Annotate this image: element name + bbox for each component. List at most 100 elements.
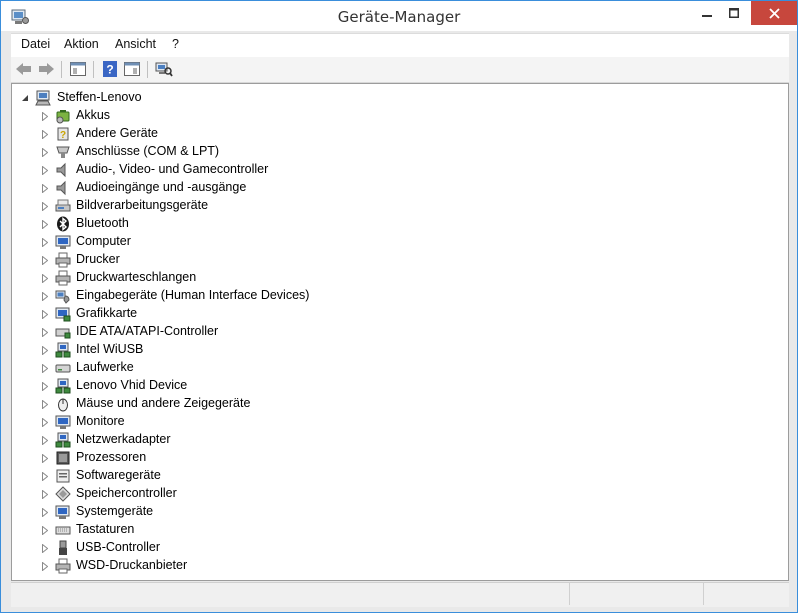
tree-node-label[interactable]: Bildverarbeitungsgeräte (76, 198, 208, 212)
console-tree-button[interactable] (122, 60, 142, 78)
expand-icon[interactable] (40, 183, 50, 193)
tree-node-label[interactable]: Tastaturen (76, 522, 134, 536)
back-button[interactable] (14, 60, 34, 78)
expand-icon[interactable] (40, 291, 50, 301)
expand-icon[interactable] (40, 435, 50, 445)
tree-node-label[interactable]: Systemgeräte (76, 504, 153, 518)
close-button[interactable] (751, 1, 797, 25)
tree-node-label[interactable]: Laufwerke (76, 360, 134, 374)
expand-icon[interactable] (40, 363, 50, 373)
expand-icon[interactable] (40, 381, 50, 391)
menu-help[interactable]: ? (172, 37, 179, 51)
expand-icon[interactable] (40, 471, 50, 481)
expand-icon[interactable] (40, 273, 50, 283)
tree-node-label[interactable]: Grafikkarte (76, 306, 137, 320)
tree-node[interactable]: USB-Controller (12, 539, 782, 557)
expand-icon[interactable] (40, 309, 50, 319)
tree-node-label[interactable]: IDE ATA/ATAPI-Controller (76, 324, 218, 338)
tree-node-label[interactable]: Mäuse und andere Zeigegeräte (76, 396, 250, 410)
tree-node-label[interactable]: Monitore (76, 414, 125, 428)
help-button[interactable]: ? (100, 60, 120, 78)
tree-node[interactable]: IDE ATA/ATAPI-Controller (12, 323, 782, 341)
tree-node[interactable]: Akkus (12, 107, 782, 125)
tree-node[interactable]: Anschlüsse (COM & LPT) (12, 143, 782, 161)
collapse-icon[interactable] (20, 93, 30, 103)
expand-icon[interactable] (40, 129, 50, 139)
expand-icon[interactable] (40, 165, 50, 175)
device-tree[interactable]: Steffen-Lenovo Akkus ? Andere Geräte Anschl… (11, 83, 789, 581)
tree-node[interactable]: Laufwerke (12, 359, 782, 377)
scan-hardware-button[interactable] (154, 60, 174, 78)
tree-node[interactable]: Druckwarteschlangen (12, 269, 782, 287)
back-icon (16, 63, 31, 75)
expand-icon[interactable] (40, 219, 50, 229)
tree-node[interactable]: Drucker (12, 251, 782, 269)
expand-icon[interactable] (40, 399, 50, 409)
tree-node[interactable]: Audio-, Video- und Gamecontroller (12, 161, 782, 179)
tree-node[interactable]: Prozessoren (12, 449, 782, 467)
tree-node[interactable]: Computer (12, 233, 782, 251)
tree-node-label[interactable]: Prozessoren (76, 450, 146, 464)
tree-node-label[interactable]: Speichercontroller (76, 486, 177, 500)
tree-node-label[interactable]: Bluetooth (76, 216, 129, 230)
expand-icon[interactable] (40, 489, 50, 499)
tree-node[interactable]: Grafikkarte (12, 305, 782, 323)
tree-node[interactable]: Netzwerkadapter (12, 431, 782, 449)
menu-datei[interactable]: Datei (21, 37, 50, 51)
tree-node-label[interactable]: Eingabegeräte (Human Interface Devices) (76, 288, 309, 302)
tree-node[interactable]: Monitore (12, 413, 782, 431)
tree-node-label[interactable]: WSD-Druckanbieter (76, 558, 187, 572)
maximize-icon (729, 8, 739, 18)
tree-root-node[interactable]: Steffen-Lenovo (12, 89, 782, 107)
toolbar-separator (147, 61, 148, 78)
tree-node[interactable]: Eingabegeräte (Human Interface Devices) (12, 287, 782, 305)
tree-node[interactable]: Bildverarbeitungsgeräte (12, 197, 782, 215)
expand-icon[interactable] (40, 345, 50, 355)
expand-icon[interactable] (40, 255, 50, 265)
tree-node-label[interactable]: Drucker (76, 252, 120, 266)
tree-node-label[interactable]: Audioeingänge und -ausgänge (76, 180, 246, 194)
printer-icon (55, 558, 71, 574)
expand-icon[interactable] (40, 417, 50, 427)
tree-node-label[interactable]: Andere Geräte (76, 126, 158, 140)
expand-icon[interactable] (40, 111, 50, 121)
expand-icon[interactable] (40, 525, 50, 535)
tree-node[interactable]: Bluetooth (12, 215, 782, 233)
tree-node[interactable]: Audioeingänge und -ausgänge (12, 179, 782, 197)
tree-node-label[interactable]: Druckwarteschlangen (76, 270, 196, 284)
tree-node[interactable]: Mäuse und andere Zeigegeräte (12, 395, 782, 413)
tree-node[interactable]: ? Andere Geräte (12, 125, 782, 143)
tree-node-label[interactable]: Anschlüsse (COM & LPT) (76, 144, 219, 158)
tree-node-label[interactable]: Akkus (76, 108, 110, 122)
tree-node-label[interactable]: Softwaregeräte (76, 468, 161, 482)
tree-node[interactable]: WSD-Druckanbieter (12, 557, 782, 575)
expand-icon[interactable] (40, 543, 50, 553)
maximize-button[interactable] (717, 1, 751, 25)
expand-icon[interactable] (40, 453, 50, 463)
tree-node[interactable]: Lenovo Vhid Device (12, 377, 782, 395)
expand-icon[interactable] (40, 507, 50, 517)
tree-node-label[interactable]: Lenovo Vhid Device (76, 378, 187, 392)
tree-node-label[interactable]: Computer (76, 234, 131, 248)
tree-node-label[interactable]: Intel WiUSB (76, 342, 143, 356)
expand-icon[interactable] (40, 561, 50, 571)
properties-view-button[interactable] (68, 60, 88, 78)
tree-node-label[interactable]: Netzwerkadapter (76, 432, 171, 446)
menu-aktion[interactable]: Aktion (64, 37, 99, 51)
expand-icon[interactable] (40, 327, 50, 337)
tree-node[interactable]: Tastaturen (12, 521, 782, 539)
tree-node-label[interactable]: USB-Controller (76, 540, 160, 554)
tree-node[interactable]: Intel WiUSB (12, 341, 782, 359)
tree-node[interactable]: Systemgeräte (12, 503, 782, 521)
forward-button[interactable] (36, 60, 56, 78)
close-icon (768, 7, 780, 19)
expand-icon[interactable] (40, 201, 50, 211)
expand-icon[interactable] (40, 147, 50, 157)
tree-node-label[interactable]: Audio-, Video- und Gamecontroller (76, 162, 268, 176)
expand-icon[interactable] (40, 237, 50, 247)
menu-ansicht[interactable]: Ansicht (115, 37, 156, 51)
tree-node[interactable]: Speichercontroller (12, 485, 782, 503)
tree-root-label[interactable]: Steffen-Lenovo (57, 90, 142, 104)
title-bar[interactable]: Geräte-Manager (1, 1, 797, 31)
tree-node[interactable]: Softwaregeräte (12, 467, 782, 485)
